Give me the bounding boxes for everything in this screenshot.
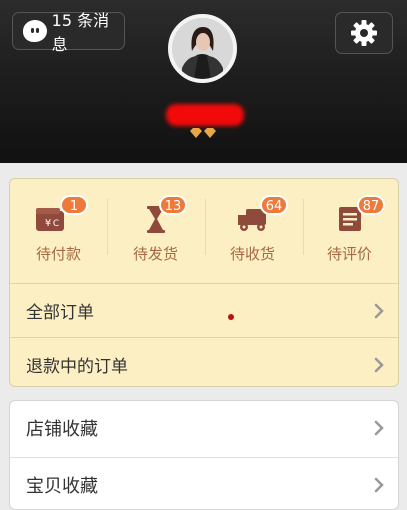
status-label: 待发货 xyxy=(132,245,178,263)
chevron-right-icon xyxy=(374,477,384,492)
status-label: 待付款 xyxy=(35,245,81,263)
avatar-image xyxy=(172,18,233,79)
status-badge: 87 xyxy=(357,195,385,215)
order-status-row: ¥ C 1 待付款 13 待发货 64 待收货 87 待评价 xyxy=(10,179,398,285)
chevron-right-icon xyxy=(374,357,384,372)
status-badge: 1 xyxy=(60,195,88,215)
diamond-icon xyxy=(204,128,216,138)
status-pending-payment[interactable]: ¥ C 1 待付款 xyxy=(10,179,107,285)
chevron-right-icon xyxy=(374,420,384,436)
chat-bubble-icon xyxy=(23,20,47,42)
status-awaiting-review[interactable]: 87 待评价 xyxy=(301,179,398,285)
status-label: 待收货 xyxy=(229,245,275,263)
refund-orders-row[interactable]: 退款中的订单 xyxy=(10,337,398,386)
avatar[interactable] xyxy=(168,14,237,83)
item-favorites-row[interactable]: 宝贝收藏 xyxy=(10,457,398,509)
chevron-right-icon xyxy=(374,303,384,318)
all-orders-label: 全部订单 xyxy=(26,303,94,323)
settings-button[interactable] xyxy=(335,12,393,54)
svg-text:C: C xyxy=(53,219,59,229)
diamond-icon xyxy=(190,128,202,138)
status-badge: 13 xyxy=(159,195,187,215)
orders-panel: ¥ C 1 待付款 13 待发货 64 待收货 87 待评价 全部订单 退款中的… xyxy=(9,178,399,387)
favorites-panel: 店铺收藏 宝贝收藏 xyxy=(9,400,399,510)
status-awaiting-shipment[interactable]: 13 待发货 xyxy=(107,179,204,285)
item-favorites-label: 宝贝收藏 xyxy=(26,475,98,497)
status-label: 待评价 xyxy=(326,245,372,263)
profile-header: 15 条消息 xyxy=(0,0,407,163)
divider xyxy=(107,199,108,255)
status-awaiting-delivery[interactable]: 64 待收货 xyxy=(204,179,301,285)
divider xyxy=(205,199,206,255)
all-orders-row[interactable]: 全部订单 xyxy=(10,283,398,337)
refund-orders-label: 退款中的订单 xyxy=(26,357,128,377)
divider xyxy=(303,199,304,255)
svg-text:¥: ¥ xyxy=(45,218,51,229)
status-badge: 64 xyxy=(260,195,288,215)
gear-icon xyxy=(351,20,377,46)
username-redacted xyxy=(166,104,244,126)
messages-button[interactable]: 15 条消息 xyxy=(12,11,125,54)
decorative-dot xyxy=(228,314,234,320)
shop-favorites-label: 店铺收藏 xyxy=(26,419,98,440)
messages-label: 15 条消息 xyxy=(51,11,110,54)
shop-favorites-row[interactable]: 店铺收藏 xyxy=(10,401,398,455)
